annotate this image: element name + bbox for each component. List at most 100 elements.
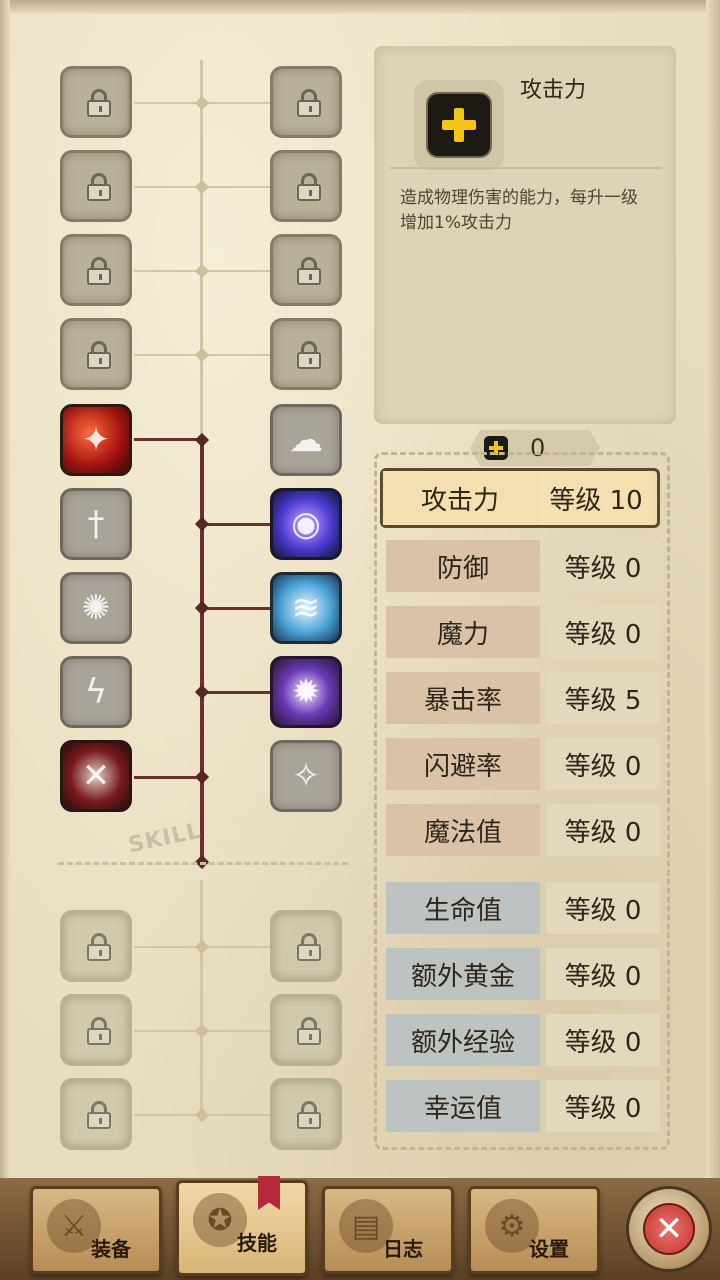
blade-wave-icon: ≋ (291, 588, 321, 628)
stat-info-panel: 攻击力 造成物理伤害的能力，每升一级增加1%攻击力 (374, 46, 676, 424)
stat-row-extra-exp[interactable]: 额外经验 等级 0 (386, 1014, 660, 1066)
lock-icon (297, 1017, 321, 1045)
slash-icon: ✦ (81, 420, 111, 460)
skill-slot-sparkle[interactable]: ✧ (270, 740, 342, 812)
tab-log[interactable]: ▤ 日志 (322, 1186, 454, 1274)
stat-name: 暴击率 (386, 672, 540, 724)
locked-skill-slot[interactable] (270, 994, 342, 1066)
skill-slot-smoke[interactable]: ☁ (270, 404, 342, 476)
top-edge (0, 0, 720, 14)
stat-name: 额外黄金 (386, 948, 540, 1000)
tab-label: 技能 (237, 1231, 277, 1255)
skill-slot-whirl[interactable]: ✺ (60, 572, 132, 644)
lock-icon (297, 341, 321, 369)
locked-skill-slot[interactable] (60, 318, 132, 390)
eye-icon: ◉ (291, 504, 321, 544)
tree-divider (58, 862, 348, 865)
tab-label: 装备 (91, 1237, 131, 1261)
stat-name: 额外经验 (386, 1014, 540, 1066)
locked-skill-slot[interactable] (270, 66, 342, 138)
active-branch-3 (200, 607, 272, 610)
tab-skills[interactable]: ✪ 技能 (176, 1180, 308, 1276)
lock-icon (87, 341, 111, 369)
stat-row-defense[interactable]: 防御 等级 0 (386, 540, 660, 592)
stat-row-attack[interactable]: 攻击力 等级 10 (380, 468, 660, 528)
stat-level: 等级 0 (546, 1014, 660, 1066)
lock-icon (297, 257, 321, 285)
tab-label: 设置 (529, 1237, 569, 1261)
stat-name: 魔法值 (386, 804, 540, 856)
stat-row-hp[interactable]: 生命值 等级 0 (386, 882, 660, 934)
stat-name: 生命值 (386, 882, 540, 934)
tab-equipment[interactable]: ⚔ 装备 (30, 1186, 162, 1274)
dagger-icon: † (87, 504, 105, 544)
locked-skill-slot[interactable] (270, 318, 342, 390)
locked-skill-slot[interactable] (60, 234, 132, 306)
left-edge (0, 0, 10, 1190)
lock-icon (297, 173, 321, 201)
lock-icon (297, 89, 321, 117)
stat-level: 等级 5 (546, 672, 660, 724)
stat-row-crit[interactable]: 暴击率 等级 5 (386, 672, 660, 724)
active-trunk (200, 440, 204, 862)
orb-icon: ✹ (291, 672, 321, 712)
stat-row-luck[interactable]: 幸运值 等级 0 (386, 1080, 660, 1132)
stat-row-mana[interactable]: 魔法值 等级 0 (386, 804, 660, 856)
lock-icon (87, 1017, 111, 1045)
stat-row-magic[interactable]: 魔力 等级 0 (386, 606, 660, 658)
stat-level: 等级 0 (546, 540, 660, 592)
stat-level: 等级 0 (546, 1080, 660, 1132)
tab-settings[interactable]: ⚙ 设置 (468, 1186, 600, 1274)
stat-level: 等级 10 (539, 471, 653, 525)
locked-skill-slot[interactable] (270, 150, 342, 222)
stat-name: 闪避率 (386, 738, 540, 790)
lock-icon (87, 257, 111, 285)
stat-level: 等级 0 (546, 948, 660, 1000)
smoke-icon: ☁ (289, 420, 323, 460)
crossed-swords-icon: ✕ (81, 756, 111, 796)
stat-name: 魔力 (386, 606, 540, 658)
lock-icon (87, 933, 111, 961)
stat-row-dodge[interactable]: 闪避率 等级 0 (386, 738, 660, 790)
skill-slot-orb[interactable]: ✹ (270, 656, 342, 728)
sparkle-icon: ✧ (291, 756, 321, 796)
stat-icon-frame (414, 80, 504, 170)
active-branch-4 (200, 691, 272, 694)
locked-skill-slot[interactable] (60, 910, 132, 982)
locked-skill-slot[interactable] (60, 66, 132, 138)
locked-skill-slot[interactable] (270, 234, 342, 306)
stat-level: 等级 0 (546, 804, 660, 856)
tree-trunk-upper (200, 60, 203, 440)
stat-description: 造成物理伤害的能力，每升一级增加1%攻击力 (400, 188, 638, 233)
stat-name: 幸运值 (386, 1080, 540, 1132)
locked-skill-slot[interactable] (60, 994, 132, 1066)
right-edge (706, 0, 720, 1190)
lock-icon (87, 89, 111, 117)
stat-title: 攻击力 (520, 78, 587, 103)
skill-slot-lightning[interactable]: ϟ (60, 656, 132, 728)
close-button[interactable]: ✕ (626, 1186, 712, 1272)
active-branch-2 (200, 523, 272, 526)
stat-name: 攻击力 (383, 471, 537, 525)
stat-level: 等级 0 (546, 882, 660, 934)
lock-icon (87, 1101, 111, 1129)
lightning-icon: ϟ (84, 672, 108, 712)
tab-label: 日志 (383, 1237, 423, 1261)
stat-name: 防御 (386, 540, 540, 592)
locked-skill-slot[interactable] (270, 1078, 342, 1150)
skill-slot-eye[interactable]: ◉ (270, 488, 342, 560)
whirl-icon: ✺ (81, 588, 111, 628)
stat-level: 等级 0 (546, 738, 660, 790)
skill-slot-red-slash[interactable]: ✦ (60, 404, 132, 476)
skill-slot-crossed-swords[interactable]: ✕ (60, 740, 132, 812)
tree-trunk-lower (200, 880, 203, 1120)
skill-slot-dagger[interactable]: † (60, 488, 132, 560)
locked-skill-slot[interactable] (60, 1078, 132, 1150)
plus-icon (428, 94, 490, 156)
lock-icon (297, 933, 321, 961)
locked-skill-slot[interactable] (270, 910, 342, 982)
locked-skill-slot[interactable] (60, 150, 132, 222)
skill-slot-blade-wave[interactable]: ≋ (270, 572, 342, 644)
stat-row-extra-gold[interactable]: 额外黄金 等级 0 (386, 948, 660, 1000)
lock-icon (297, 1101, 321, 1129)
